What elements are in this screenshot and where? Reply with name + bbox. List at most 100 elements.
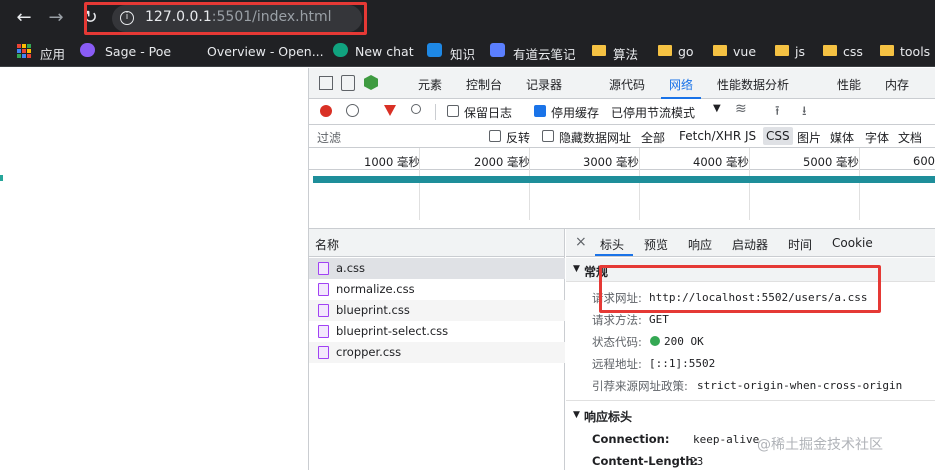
request-row[interactable]: cropper.css [309, 342, 565, 363]
request-name: a.css [336, 261, 366, 275]
tab-sources[interactable]: 源代码 [609, 76, 645, 93]
tab-headers[interactable]: 标头 [600, 236, 624, 253]
grid-line [529, 148, 530, 220]
header-key: 请求方法: [592, 313, 642, 327]
clear-icon[interactable] [346, 104, 359, 117]
grid-line [859, 148, 860, 220]
header-value: keep-alive [693, 433, 760, 446]
request-row[interactable]: blueprint-select.css [309, 321, 565, 342]
tab-preview[interactable]: 预览 [644, 236, 668, 253]
preserve-log-checkbox[interactable] [447, 105, 459, 120]
filter-type-all[interactable]: 全部 [641, 129, 665, 146]
divider [435, 104, 436, 120]
bookmark-js[interactable]: js [795, 44, 805, 59]
request-list: a.css normalize.css blueprint.css bluepr… [309, 257, 565, 470]
tv-icon [427, 43, 442, 57]
inspect-icon[interactable] [319, 76, 333, 90]
css-file-icon [318, 262, 329, 275]
request-name: blueprint.css [336, 303, 410, 317]
header-value: GET [649, 313, 669, 326]
tab-recorder[interactable]: 记录器 [526, 76, 562, 93]
filter-type-media[interactable]: 媒体 [830, 129, 854, 146]
throttle-select[interactable]: 已停用节流模式 [611, 104, 695, 121]
chatgpt-icon [333, 43, 348, 57]
page-viewport [0, 68, 308, 470]
invert-label: 反转 [506, 131, 531, 145]
filter-input[interactable]: 过滤 [317, 129, 341, 146]
timeline-label: 2000 毫秒 [474, 155, 530, 169]
bookmark-tools[interactable]: tools [900, 44, 930, 59]
tab-timing[interactable]: 时间 [788, 236, 812, 253]
tab-memory[interactable]: 内存 [885, 76, 909, 93]
tab-network[interactable]: 网络 [669, 76, 693, 93]
name-column-header[interactable]: 名称 [309, 229, 565, 257]
request-row[interactable]: normalize.css [309, 279, 565, 300]
css-file-icon [318, 304, 329, 317]
filter-type-doc[interactable]: 文档 [898, 129, 922, 146]
hide-data-urls-label: 隐藏数据网址 [559, 131, 632, 145]
header-value: strict-origin-when-cross-origin [697, 379, 903, 392]
response-headers-title: 响应标头 [584, 410, 633, 424]
apps-grid-icon[interactable] [17, 44, 31, 58]
header-value: 200 OK [664, 335, 704, 348]
bookmark-sage-poe[interactable]: Sage - Poe [105, 44, 171, 59]
tab-cookies[interactable]: Cookie [832, 236, 873, 250]
chevron-down-icon[interactable]: ▼ [713, 103, 721, 114]
tab-initiator[interactable]: 启动器 [732, 236, 768, 253]
timeline-label: 4000 毫秒 [693, 155, 749, 169]
bookmark-youdao[interactable]: 有道云笔记 [513, 44, 576, 63]
network-conditions-icon[interactable]: ≋ [735, 101, 747, 117]
disable-cache-checkbox[interactable] [534, 105, 546, 120]
record-icon[interactable] [320, 105, 332, 117]
timeline-label: 5000 毫秒 [803, 155, 859, 169]
section-expand-icon[interactable]: ▼ [573, 264, 580, 274]
tab-elements[interactable]: 元素 [418, 76, 442, 93]
export-har-icon[interactable]: ⭳ [802, 102, 807, 124]
bookmark-css[interactable]: css [843, 44, 863, 59]
divider [566, 400, 935, 401]
grid-line [419, 148, 420, 220]
folder-icon [775, 45, 789, 56]
header-value: 23 [690, 455, 704, 468]
tab-performance[interactable]: 性能 [837, 76, 861, 93]
device-toolbar-icon[interactable] [341, 75, 355, 91]
back-icon[interactable]: ← [12, 6, 36, 30]
header-key: Connection: [592, 432, 670, 446]
filter-type-fetch-xhr[interactable]: Fetch/XHR [679, 129, 741, 143]
filter-type-css[interactable]: CSS [763, 127, 793, 145]
page-fragment [0, 175, 3, 181]
bookmark-vue[interactable]: vue [733, 44, 756, 59]
request-row[interactable]: a.css [309, 258, 565, 279]
invert-checkbox[interactable] [489, 130, 501, 145]
folder-icon [823, 45, 837, 56]
filter-icon[interactable] [384, 105, 396, 116]
search-icon[interactable] [411, 104, 421, 114]
hide-data-urls-checkbox[interactable] [542, 130, 554, 145]
bookmark-knowledge[interactable]: 知识 [450, 44, 475, 63]
close-icon[interactable]: × [575, 234, 587, 250]
import-har-icon[interactable]: ⭱ [775, 102, 780, 124]
tab-response[interactable]: 响应 [688, 236, 712, 253]
forward-icon[interactable]: → [44, 6, 68, 30]
bookmark-apps[interactable]: 应用 [40, 44, 65, 63]
tab-performance-insights[interactable]: 性能数据分析 [717, 76, 789, 93]
bookmark-algorithm[interactable]: 算法 [613, 44, 638, 63]
section-expand-icon[interactable]: ▼ [573, 410, 580, 420]
name-column-label: 名称 [315, 238, 340, 252]
filter-type-img[interactable]: 图片 [797, 129, 821, 146]
header-key: 引荐来源网址政策: [592, 379, 688, 393]
tab-console[interactable]: 控制台 [466, 76, 502, 93]
filter-type-font[interactable]: 字体 [865, 129, 889, 146]
folder-icon [658, 45, 672, 56]
request-name: normalize.css [336, 282, 415, 296]
highlight-box-url [84, 2, 367, 35]
request-row[interactable]: blueprint.css [309, 300, 565, 321]
bookmark-new-chat[interactable]: New chat [355, 44, 414, 59]
active-tab-indicator [595, 254, 633, 256]
bookmark-openai-overview[interactable]: Overview - Open... [207, 44, 324, 59]
browser-toolbar: ← → ↻ i 127.0.0.1:5501/index.html [0, 0, 935, 37]
poe-icon [80, 43, 95, 57]
bookmark-go[interactable]: go [678, 44, 694, 59]
filter-type-js[interactable]: JS [745, 129, 756, 143]
timeline-bar [313, 176, 935, 183]
